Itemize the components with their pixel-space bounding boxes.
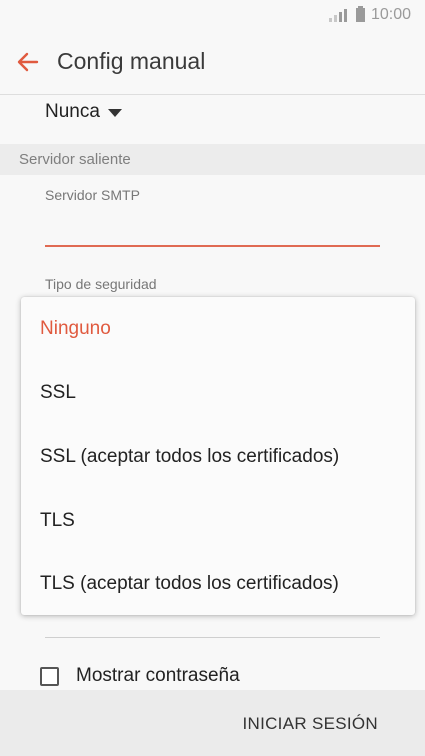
sync-frequency-value: Nunca — [45, 101, 100, 122]
smtp-server-input[interactable] — [45, 205, 380, 247]
security-option-none[interactable]: Ninguno — [40, 318, 111, 340]
security-option-tls-accept-all[interactable]: TLS (aceptar todos los certificados) — [40, 573, 339, 595]
section-title: Servidor saliente — [19, 151, 131, 168]
show-password-checkbox[interactable] — [40, 666, 59, 686]
dropdown-caret-icon — [107, 109, 122, 117]
security-option-ssl[interactable]: SSL — [40, 382, 76, 404]
security-option-tls[interactable]: TLS — [40, 510, 75, 532]
status-bar: 10:00 — [0, 0, 425, 30]
login-button[interactable]: INICIAR SESIÓN — [242, 714, 378, 734]
password-field-underline — [45, 637, 380, 638]
sync-frequency-select[interactable]: Nunca — [45, 98, 122, 126]
smtp-server-label: Servidor SMTP — [45, 187, 140, 203]
show-password-label: Mostrar contraseña — [76, 665, 240, 686]
battery-icon — [355, 6, 365, 22]
back-arrow-icon — [17, 52, 39, 72]
page-title: Config manual — [57, 48, 206, 74]
status-time: 10:00 — [370, 6, 411, 23]
security-type-dropdown: Ninguno SSL SSL (aceptar todos los certi… — [21, 297, 415, 615]
status-icons: 10:00 — [328, 6, 411, 24]
back-button[interactable] — [14, 48, 42, 76]
section-header-outgoing-server: Servidor saliente — [0, 144, 425, 175]
show-password-row[interactable]: Mostrar contraseña — [40, 665, 240, 687]
security-option-ssl-accept-all[interactable]: SSL (aceptar todos los certificados) — [40, 446, 339, 468]
signal-icon — [328, 8, 347, 22]
bottom-action-bar: INICIAR SESIÓN — [0, 690, 425, 756]
security-type-label: Tipo de seguridad — [45, 276, 157, 292]
app-bar: Config manual — [0, 30, 425, 95]
